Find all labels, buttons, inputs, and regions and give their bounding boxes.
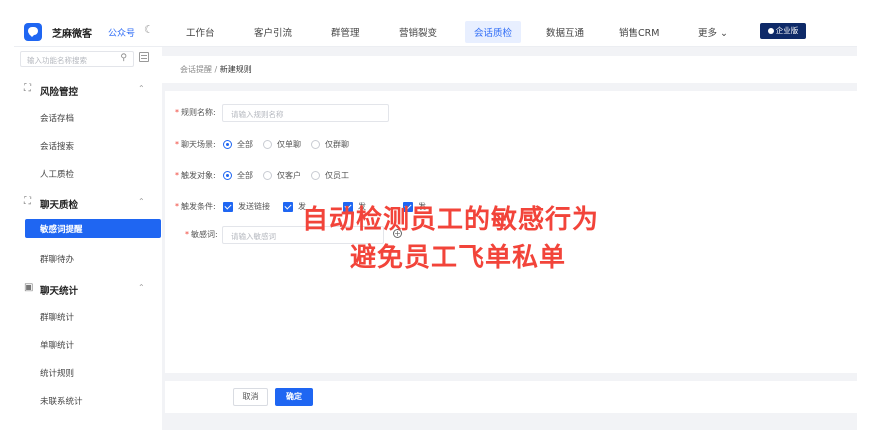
- sidebar-item-manual-inspection[interactable]: 人工质检: [40, 168, 74, 180]
- required-mark: *: [175, 108, 179, 117]
- chat-scene-label: 聊天场景:: [181, 140, 216, 149]
- target-option-employee[interactable]: 仅员工: [325, 170, 349, 181]
- channel-switch[interactable]: 公众号: [108, 26, 135, 39]
- logo-icon: [24, 23, 42, 41]
- nav-group-management[interactable]: 群管理: [331, 25, 360, 39]
- chevron-up-icon: ⌃: [138, 84, 145, 93]
- enterprise-badge[interactable]: 企业版: [760, 23, 806, 39]
- menu-list-icon[interactable]: [139, 52, 149, 62]
- nav-more-label: 更多: [698, 28, 718, 39]
- cancel-button[interactable]: 取消: [233, 388, 268, 406]
- sidebar-item-session-search[interactable]: 会话搜索: [40, 140, 74, 152]
- risk-control-icon: ⛶: [24, 83, 31, 94]
- sensitive-word-label: 敏感词:: [191, 230, 218, 239]
- trigger-target-row: * 触发对象: 全部 仅客户 仅员工: [175, 167, 435, 183]
- breadcrumb-separator: /: [214, 65, 218, 74]
- rule-name-input[interactable]: 请输入规则名称: [222, 104, 389, 122]
- target-option-all[interactable]: 全部: [237, 170, 253, 181]
- target-radio-customer[interactable]: [263, 171, 272, 180]
- chat-inspection-icon: ⛶: [24, 196, 31, 207]
- caption-line-2: 避免员工飞单私单: [350, 243, 567, 273]
- required-mark: *: [185, 230, 189, 239]
- rule-name-row: * 规则名称: 请输入规则名称: [175, 104, 415, 122]
- nav-session-inspection[interactable]: 会话质检: [465, 21, 522, 43]
- sidebar-item-uncontacted-statistics[interactable]: 未联系统计: [40, 395, 83, 407]
- required-mark: *: [175, 171, 179, 180]
- scene-radio-all[interactable]: [223, 140, 232, 149]
- search-icon[interactable]: ⚲: [120, 53, 127, 63]
- sidebar-item-session-archive[interactable]: 会话存档: [40, 112, 74, 124]
- sidebar-group-chat-statistics[interactable]: ▣ 聊天统计 ⌃: [14, 280, 162, 298]
- nav-workbench[interactable]: 工作台: [186, 25, 215, 39]
- scene-option-group[interactable]: 仅群聊: [325, 139, 349, 150]
- chevron-up-icon: ⌃: [138, 197, 145, 206]
- sidebar-search-input[interactable]: 输入功能名称搜索 ⚲: [20, 51, 134, 67]
- breadcrumb-current: 新建规则: [219, 65, 252, 74]
- group-label: 聊天质检: [40, 200, 79, 211]
- breadcrumb: 会话提醒 / 新建规则: [162, 56, 857, 83]
- scene-option-all[interactable]: 全部: [237, 139, 253, 150]
- sidebar-group-chat-inspection[interactable]: ⛶ 聊天质检 ⌃: [14, 194, 162, 212]
- nav-data-sync[interactable]: 数据互通: [546, 25, 584, 39]
- confirm-button[interactable]: 确定: [275, 388, 313, 406]
- nav-customer-acquisition[interactable]: 客户引流: [254, 25, 292, 39]
- brand-name: 芝麻微客: [52, 29, 92, 40]
- trigger-condition-label: 触发条件:: [181, 202, 216, 211]
- scene-option-single[interactable]: 仅单聊: [277, 139, 301, 150]
- target-radio-all[interactable]: [223, 171, 232, 180]
- chat-scene-row: * 聊天场景: 全部 仅单聊 仅群聊: [175, 136, 435, 152]
- scene-radio-group[interactable]: [311, 140, 320, 149]
- sidebar-item-statistics-rules[interactable]: 统计规则: [40, 367, 74, 379]
- condition-checkbox-link[interactable]: [223, 202, 233, 212]
- sidebar-item-group-statistics[interactable]: 群聊统计: [40, 311, 74, 323]
- enterprise-badge-label: 企业版: [775, 26, 799, 35]
- group-label: 聊天统计: [40, 286, 79, 297]
- sidebar-item-group-todo[interactable]: 群聊待办: [40, 253, 74, 265]
- group-label: 风险管控: [40, 87, 79, 98]
- required-mark: *: [175, 202, 179, 211]
- chevron-down-icon: ⌄: [720, 28, 729, 39]
- search-placeholder: 输入功能名称搜索: [27, 56, 87, 65]
- condition-option-link[interactable]: 发送链接: [238, 201, 270, 212]
- target-option-customer[interactable]: 仅客户: [277, 170, 301, 181]
- sidebar-group-risk-control[interactable]: ⛶ 风险管控 ⌃: [14, 81, 162, 99]
- rule-name-label: 规则名称:: [181, 108, 216, 117]
- rule-name-placeholder: 请输入规则名称: [231, 110, 284, 119]
- nav-marketing-fission[interactable]: 营销裂变: [399, 25, 437, 39]
- required-mark: *: [175, 140, 179, 149]
- trigger-target-label: 触发对象:: [181, 171, 216, 180]
- sidebar: 输入功能名称搜索 ⚲ ⛶ 风险管控 ⌃ 会话存档 会话搜索 人工质检 ⛶ 聊天质…: [14, 47, 162, 430]
- sidebar-item-single-chat-statistics[interactable]: 单聊统计: [40, 339, 74, 351]
- dark-mode-icon[interactable]: ☾: [144, 23, 154, 36]
- form-footer: 取消 确定: [165, 381, 857, 413]
- top-navigation-bar: 芝麻微客 公众号 ☾ 工作台 客户引流 群管理 营销裂变 会话质检 数据互通 销…: [14, 17, 857, 47]
- condition-checkbox-2[interactable]: [283, 202, 293, 212]
- chat-statistics-icon: ▣: [24, 282, 34, 293]
- sensitive-word-placeholder: 请输入敏感词: [231, 232, 276, 241]
- scene-radio-single[interactable]: [263, 140, 272, 149]
- diamond-icon: [767, 28, 774, 34]
- chevron-up-icon: ⌃: [138, 283, 145, 292]
- target-radio-employee[interactable]: [311, 171, 320, 180]
- caption-line-1: 自动检测员工的敏感行为: [302, 205, 600, 235]
- sidebar-item-sensitive-word-alert[interactable]: 敏感词提醒: [25, 219, 161, 238]
- nav-more[interactable]: 更多 ⌄: [698, 25, 728, 39]
- nav-sales-crm[interactable]: 销售CRM: [619, 25, 659, 39]
- breadcrumb-parent[interactable]: 会话提醒: [180, 65, 212, 74]
